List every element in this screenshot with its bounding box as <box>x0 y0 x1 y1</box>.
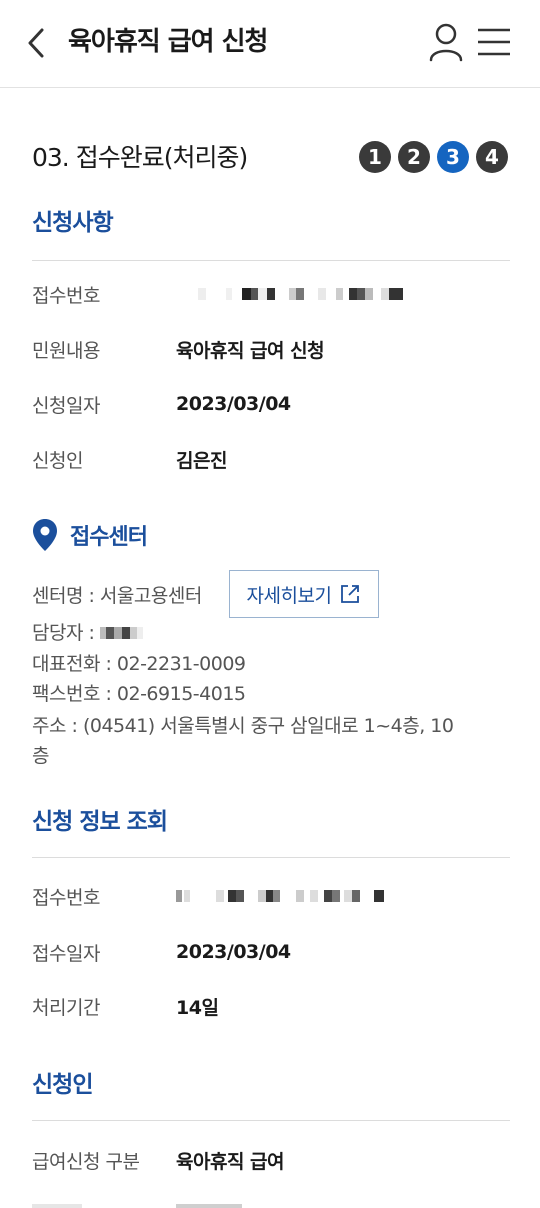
divider <box>32 1120 510 1121</box>
redacted-value <box>176 886 384 906</box>
address-line-continued: 층 <box>32 745 49 767</box>
row-label: 접수번호 <box>32 284 100 307</box>
row-value: 2023/03/04 <box>176 941 291 963</box>
processing-period-row: 처리기간 14일 <box>32 988 510 1024</box>
view-details-button[interactable]: 자세히보기 <box>229 570 379 618</box>
address-line: 주소 : (04541) 서울특별시 중구 삼일대로 1~4층, 10 <box>32 715 454 737</box>
manager-label: 담당자 : <box>32 622 95 644</box>
row-label: 접수일자 <box>32 942 100 965</box>
complaint-content-row: 민원내용 육아휴직 급여 신청 <box>32 331 510 367</box>
hamburger-menu-icon <box>478 28 510 56</box>
external-link-icon <box>341 585 360 603</box>
manager-line: 담당자 : <box>32 618 144 648</box>
step-indicator: 1 2 3 4 <box>359 141 508 173</box>
row-value: 육아휴직 급여 신청 <box>176 339 325 362</box>
redacted-value <box>176 284 403 304</box>
row-label: 급여신청 구분 <box>32 1150 140 1173</box>
back-button[interactable] <box>22 26 52 60</box>
row-value: 14일 <box>176 996 219 1019</box>
step-4-badge: 4 <box>476 141 508 173</box>
row-label: 신청일자 <box>32 394 100 417</box>
chevron-left-icon <box>28 28 44 58</box>
step-title: 03. 접수완료(처리중) <box>32 143 248 172</box>
center-title-text: 접수센터 <box>70 525 148 550</box>
center-section-title: 접수센터 <box>32 518 148 552</box>
row-value: 2023/03/04 <box>176 393 291 415</box>
user-icon <box>429 23 463 62</box>
applicant-name-row: 신청인 김은진 <box>32 441 510 477</box>
next-row-partial <box>32 1198 510 1208</box>
view-details-label: 자세히보기 <box>246 584 332 607</box>
row-label: 신청인 <box>32 449 83 472</box>
receipt-number-row: 접수번호 <box>32 276 510 312</box>
redacted-manager <box>100 623 144 643</box>
page-title: 육아휴직 급여 신청 <box>68 27 268 57</box>
row-label: 민원내용 <box>32 339 100 362</box>
divider <box>32 260 510 261</box>
row-label: 처리기간 <box>32 996 100 1019</box>
location-pin-icon <box>33 519 57 551</box>
inquiry-section-title: 신청 정보 조회 <box>32 809 168 835</box>
app-header: 육아휴직 급여 신청 <box>0 0 540 88</box>
application-section-title: 신청사항 <box>32 210 114 236</box>
center-name-line: 센터명 : 서울고용센터 <box>32 585 202 607</box>
step-3-badge-current: 3 <box>437 141 469 173</box>
applicant-section-title: 신청인 <box>32 1072 93 1098</box>
row-label: 접수번호 <box>32 886 100 909</box>
fax-line: 팩스번호 : 02-6915-4015 <box>32 683 246 705</box>
inquiry-receipt-date-row: 접수일자 2023/03/04 <box>32 934 510 970</box>
inquiry-receipt-number-row: 접수번호 <box>32 878 510 914</box>
phone-line: 대표전화 : 02-2231-0009 <box>32 653 246 675</box>
step-1-badge: 1 <box>359 141 391 173</box>
row-value: 김은진 <box>176 449 227 472</box>
application-date-row: 신청일자 2023/03/04 <box>32 386 510 422</box>
menu-button[interactable] <box>476 26 512 58</box>
divider <box>32 857 510 858</box>
step-2-badge: 2 <box>398 141 430 173</box>
benefit-type-row: 급여신청 구분 육아휴직 급여 <box>32 1142 510 1178</box>
user-button[interactable] <box>428 22 464 62</box>
row-value: 육아휴직 급여 <box>176 1150 285 1173</box>
